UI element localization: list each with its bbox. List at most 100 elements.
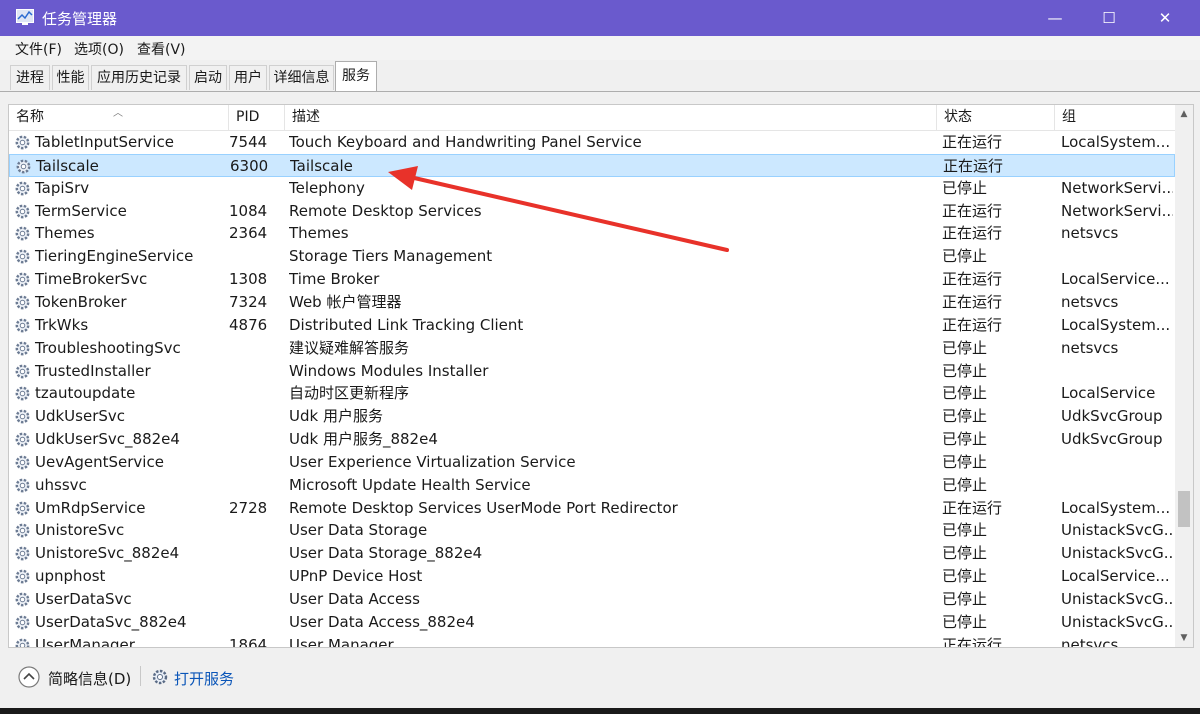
service-status: 正在运行 xyxy=(942,292,1003,311)
tab-performance[interactable]: 性能 xyxy=(52,65,89,90)
service-name: TimeBrokerSvc xyxy=(13,268,225,291)
maximize-icon: ☐ xyxy=(1102,9,1116,27)
service-name-text: TroubleshootingSvc xyxy=(35,338,181,357)
table-row[interactable]: TimeBrokerSvc 1308 Time Broker 正在运行 LocalSer… xyxy=(9,268,1175,291)
service-gear-icon xyxy=(15,272,30,287)
service-group: netsvcs xyxy=(1061,635,1119,648)
service-pid xyxy=(229,337,283,360)
service-group: UnistackSvcG... xyxy=(1061,590,1173,608)
service-group: netsvcs xyxy=(1061,338,1119,357)
table-row[interactable]: uhssvc Microsoft Update Health Service 已停止 xyxy=(9,474,1175,497)
table-row[interactable]: TieringEngineService Storage Tiers Manage… xyxy=(9,245,1175,268)
column-header-name[interactable]: 名称 ︿ xyxy=(9,105,229,130)
scroll-up-icon[interactable]: ▲ xyxy=(1175,105,1193,123)
service-group: UnistackSvcG... xyxy=(1061,612,1173,631)
service-status: 已停止 xyxy=(942,452,988,471)
service-status: 正在运行 xyxy=(942,635,1003,648)
table-row[interactable]: TokenBroker 7324 Web 帐户管理器 正在运行 netsvcs xyxy=(9,291,1175,314)
service-name-text: TrkWks xyxy=(35,315,89,334)
column-header-group[interactable]: 组 xyxy=(1055,105,1175,130)
scrollbar-thumb[interactable] xyxy=(1178,491,1190,527)
service-group: LocalSystem... xyxy=(1061,133,1171,151)
table-row[interactable]: upnphost UPnP Device Host 已停止 LocalService.… xyxy=(9,565,1175,588)
tab-services[interactable]: 服务 xyxy=(335,61,377,92)
column-header-description[interactable]: 描述 xyxy=(285,105,937,130)
scroll-down-icon[interactable]: ▼ xyxy=(1175,629,1193,647)
service-name: TokenBroker xyxy=(13,291,225,314)
service-name: UnistoreSvc_882e4 xyxy=(13,542,225,565)
title-bar[interactable]: 任务管理器 — ☐ ✕ xyxy=(0,0,1200,36)
collapse-up-icon[interactable] xyxy=(18,666,40,688)
service-pid: 2728 xyxy=(229,498,268,517)
tab-users[interactable]: 用户 xyxy=(229,65,267,90)
open-services-link[interactable]: 打开服务 xyxy=(174,668,234,689)
table-row[interactable]: UserManager 1864 User Manager 正在运行 netsvcs xyxy=(9,634,1175,648)
task-manager-window: 任务管理器 — ☐ ✕ 文件(F) 选项(O) 查看(V) 进程 性能 应用历史… xyxy=(0,0,1200,708)
service-description: Telephony xyxy=(289,178,365,197)
footer-bar: 简略信息(D) 打开服务 xyxy=(0,656,1200,706)
service-description: Storage Tiers Management xyxy=(289,247,493,266)
table-row[interactable]: Tailscale 6300 Tailscale 正在运行 xyxy=(9,153,1175,178)
service-name: UserDataSvc xyxy=(13,588,225,611)
services-gear-icon xyxy=(152,669,168,685)
service-name-text: UserManager xyxy=(35,635,135,648)
table-row[interactable]: Themes 2364 Themes 正在运行 netsvcs xyxy=(9,222,1175,245)
table-row[interactable]: UnistoreSvc_882e4 User Data Storage_882e4… xyxy=(9,542,1175,565)
service-group xyxy=(1062,155,1174,178)
menu-options[interactable]: 选项(O) xyxy=(74,39,124,59)
close-button[interactable]: ✕ xyxy=(1138,0,1192,36)
service-pid: 1864 xyxy=(229,635,268,648)
menu-file[interactable]: 文件(F) xyxy=(15,39,62,59)
service-group: LocalService... xyxy=(1061,567,1170,586)
brief-details-button[interactable]: 简略信息(D) xyxy=(48,668,131,689)
table-row[interactable]: UmRdpService 2728 Remote Desktop Services … xyxy=(9,497,1175,520)
service-name: Themes xyxy=(13,222,225,245)
tab-processes[interactable]: 进程 xyxy=(10,65,50,90)
service-gear-icon xyxy=(15,638,30,647)
service-name: UdkUserSvc xyxy=(13,405,225,428)
service-description: Microsoft Update Health Service xyxy=(289,475,531,494)
service-pid: 4876 xyxy=(229,315,268,334)
table-row[interactable]: TapiSrv Telephony 已停止 NetworkServi... xyxy=(9,177,1175,200)
service-status: 正在运行 xyxy=(942,498,1003,517)
table-row[interactable]: UnistoreSvc User Data Storage 已停止 UnistackS… xyxy=(9,519,1175,542)
tab-details[interactable]: 详细信息 xyxy=(269,65,334,90)
service-pid: 7324 xyxy=(229,292,268,311)
service-name: UserDataSvc_882e4 xyxy=(13,611,225,634)
service-gear-icon xyxy=(15,501,30,516)
service-pid xyxy=(229,245,283,268)
service-gear-icon xyxy=(15,204,30,218)
tab-app-history[interactable]: 应用历史记录 xyxy=(91,65,187,90)
service-status: 已停止 xyxy=(942,430,988,449)
vertical-scrollbar[interactable]: ▲ ▼ xyxy=(1175,105,1193,647)
column-header-status[interactable]: 状态 xyxy=(937,105,1055,130)
table-row[interactable]: UevAgentService User Experience Virtualiz… xyxy=(9,451,1175,474)
tab-divider xyxy=(0,91,1200,92)
service-description: User Manager xyxy=(289,635,394,648)
table-row[interactable]: TabletInputService 7544 Touch Keyboard and… xyxy=(9,131,1175,154)
menu-bar: 文件(F) 选项(O) 查看(V) xyxy=(0,36,1200,60)
service-status: 正在运行 xyxy=(942,315,1003,334)
service-name-text: UdkUserSvc xyxy=(35,407,126,426)
service-description: Remote Desktop Services UserMode Port Re… xyxy=(289,498,678,517)
tab-startup[interactable]: 启动 xyxy=(189,65,227,90)
table-row[interactable]: UserDataSvc User Data Access 已停止 UnistackSv… xyxy=(9,588,1175,611)
table-row[interactable]: UdkUserSvc Udk 用户服务 已停止 UdkSvcGroup xyxy=(9,405,1175,428)
service-name: upnphost xyxy=(13,565,225,588)
table-row[interactable]: tzautoupdate 自动时区更新程序 已停止 LocalService xyxy=(9,382,1175,405)
table-row[interactable]: TroubleshootingSvc 建议疑难解答服务 已停止 netsvcs xyxy=(9,337,1175,360)
minimize-button[interactable]: — xyxy=(1028,0,1082,36)
minimize-icon: — xyxy=(1047,9,1063,27)
service-name-text: UmRdpService xyxy=(35,498,146,517)
service-gear-icon xyxy=(15,409,30,424)
service-gear-icon xyxy=(15,181,30,196)
maximize-button[interactable]: ☐ xyxy=(1082,0,1136,36)
table-row[interactable]: UserDataSvc_882e4 User Data Access_882e4 已… xyxy=(9,611,1175,634)
table-row[interactable]: TermService 1084 Remote Desktop Services 正在… xyxy=(9,200,1175,223)
service-name-text: uhssvc xyxy=(35,475,87,494)
table-row[interactable]: TrkWks 4876 Distributed Link Tracking Clie… xyxy=(9,314,1175,337)
table-row[interactable]: UdkUserSvc_882e4 Udk 用户服务_882e4 已停止 UdkSvcG… xyxy=(9,428,1175,451)
menu-view[interactable]: 查看(V) xyxy=(137,39,186,59)
column-header-pid[interactable]: PID xyxy=(229,105,285,130)
table-row[interactable]: TrustedInstaller Windows Modules Installe… xyxy=(9,360,1175,383)
